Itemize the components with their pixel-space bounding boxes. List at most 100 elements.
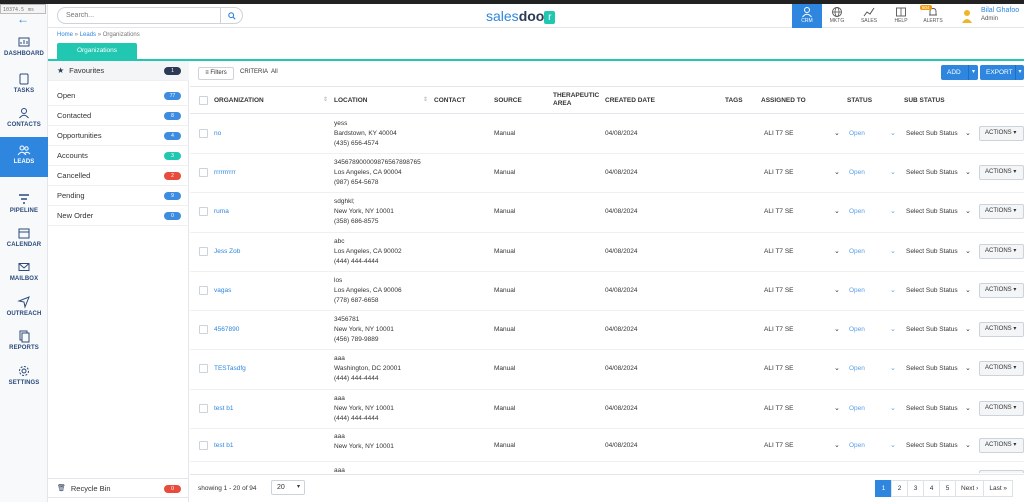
search-input[interactable] [58, 8, 213, 23]
actions-button[interactable]: ACTIONS ▾ [979, 126, 1024, 141]
nav-item-calendar[interactable]: CALENDAR [0, 225, 48, 257]
table-row[interactable]: ruma sdghkl; New York, NY 10001 (358) 686-8… [190, 193, 1024, 233]
chevron-down-icon[interactable]: ⌄ [834, 129, 840, 137]
chevron-down-icon[interactable]: ⌄ [965, 168, 971, 176]
table-row[interactable]: test b1 aaa New York, NY 10001 Manual 04/08/… [190, 429, 1024, 462]
assigned-to-select[interactable]: ALI T7 SE [764, 442, 794, 449]
sidebar-item-pending[interactable]: Pending 9 [48, 186, 189, 206]
chevron-down-icon[interactable]: ⌄ [965, 247, 971, 255]
assigned-to-select[interactable]: ALI T7 SE [764, 169, 794, 176]
row-checkbox[interactable] [199, 129, 208, 138]
chevron-down-icon[interactable]: ⌄ [890, 441, 896, 449]
chevron-down-icon[interactable]: ⌄ [834, 325, 840, 333]
breadcrumb-home[interactable]: Home [57, 32, 73, 38]
column-sub-status[interactable]: SUB STATUS [904, 97, 945, 104]
row-checkbox[interactable] [199, 325, 208, 334]
export-button[interactable]: EXPORT ▾ [980, 65, 1024, 80]
assigned-to-select[interactable]: ALI T7 SE [764, 365, 794, 372]
actions-button[interactable]: ACTIONS ▾ [979, 438, 1024, 453]
nav-item-settings[interactable]: SETTINGS [0, 363, 48, 395]
status-select[interactable]: Open [849, 287, 865, 294]
status-select[interactable]: Open [849, 405, 865, 412]
status-select[interactable]: Open [849, 442, 865, 449]
organization-link[interactable]: 4567890 [214, 326, 239, 333]
page-1-button[interactable]: 1 [875, 480, 892, 497]
sub-status-select[interactable]: Select Sub Status [906, 130, 958, 137]
sidebar-item-new-order[interactable]: New Order 0 [48, 206, 189, 226]
table-row[interactable]: vagas los Los Angeles, CA 90006 (778) 687-6… [190, 272, 1024, 311]
nav-item-reports[interactable]: REPORTS [0, 328, 48, 360]
nav-item-contacts[interactable]: CONTACTS [0, 105, 48, 137]
back-arrow-icon[interactable]: ← [17, 12, 29, 26]
chevron-down-icon[interactable]: ⌄ [834, 441, 840, 449]
status-select[interactable]: Open [849, 169, 865, 176]
sidebar-item-favourites[interactable]: ★ Favourites 1 [48, 61, 189, 81]
organization-link[interactable]: vagas [214, 287, 231, 294]
chevron-down-icon[interactable]: ⌄ [834, 286, 840, 294]
status-select[interactable]: Open [849, 130, 865, 137]
chevron-down-icon[interactable]: ⌄ [834, 247, 840, 255]
assigned-to-select[interactable]: ALI T7 SE [764, 326, 794, 333]
nav-item-dashboard[interactable]: DASHBOARD [0, 34, 48, 66]
organization-link[interactable]: no [214, 130, 221, 137]
status-select[interactable]: Open [849, 208, 865, 215]
chevron-down-icon[interactable]: ⌄ [965, 286, 971, 294]
actions-button[interactable]: ACTIONS ▾ [979, 204, 1024, 219]
menu-crm[interactable]: CRM [792, 4, 822, 28]
chevron-down-icon[interactable]: ⌄ [890, 364, 896, 372]
chevron-down-icon[interactable]: ⌄ [890, 207, 896, 215]
table-row[interactable]: rrrrrrrrrr 3456789000098765678987​65 Los A… [190, 154, 1024, 193]
column-organization[interactable]: ORGANIZATION [214, 97, 264, 104]
organization-link[interactable]: test b1 [214, 442, 234, 449]
sort-icon[interactable]: ⇕ [423, 96, 428, 103]
actions-button[interactable]: ACTIONS ▾ [979, 165, 1024, 180]
chevron-down-icon[interactable]: ⌄ [890, 404, 896, 412]
nav-item-pipeline[interactable]: PIPELINE [0, 191, 48, 223]
menu-alerts[interactable]: 604 ALERTS [918, 4, 948, 28]
chevron-down-icon[interactable]: ▾ [968, 65, 978, 80]
page-size-select[interactable]: 20 ▾ [271, 480, 305, 495]
chevron-down-icon[interactable]: ⌄ [890, 247, 896, 255]
column-contact[interactable]: CONTACT [434, 97, 465, 104]
sub-status-select[interactable]: Select Sub Status [906, 208, 958, 215]
chevron-down-icon[interactable]: ⌄ [890, 129, 896, 137]
search-button[interactable] [220, 7, 242, 24]
chevron-down-icon[interactable]: ⌄ [965, 129, 971, 137]
chevron-down-icon[interactable]: ⌄ [834, 168, 840, 176]
sidebar-item-open[interactable]: Open 77 [48, 86, 189, 106]
sub-status-select[interactable]: Select Sub Status [906, 365, 958, 372]
actions-button[interactable]: ACTIONS ▾ [979, 361, 1024, 376]
sidebar-item-cancelled[interactable]: Cancelled 2 [48, 166, 189, 186]
chevron-down-icon[interactable]: ⌄ [890, 325, 896, 333]
sub-status-select[interactable]: Select Sub Status [906, 248, 958, 255]
tab-organizations[interactable]: Organizations [57, 43, 137, 59]
assigned-to-select[interactable]: ALI T7 SE [764, 287, 794, 294]
row-checkbox[interactable] [199, 168, 208, 177]
chevron-down-icon[interactable]: ⌄ [834, 404, 840, 412]
table-row[interactable]: test b1aaaManual04/08/2024ALI T7 SE⌄Open… [190, 462, 1024, 473]
page-3-button[interactable]: 3 [907, 480, 924, 497]
organization-link[interactable]: TESTasdfg [214, 365, 246, 372]
nav-item-tasks[interactable]: TASKS [0, 71, 48, 103]
nav-item-leads[interactable]: LEADS [0, 137, 48, 177]
chevron-down-icon[interactable]: ⌄ [965, 404, 971, 412]
table-row[interactable]: TESTasdfg aaa Washington, DC 20001 (444) 44… [190, 350, 1024, 390]
nav-item-outreach[interactable]: OUTREACH [0, 294, 48, 326]
column-location[interactable]: LOCATION [334, 97, 367, 104]
organization-link[interactable]: ruma [214, 208, 229, 215]
menu-mktg[interactable]: MKTG [822, 4, 852, 28]
organization-link[interactable]: Jess Zob [214, 248, 240, 255]
breadcrumb-leads[interactable]: Leads [80, 32, 96, 38]
sidebar-item-recycle-bin[interactable]: 🗑 Recycle Bin 0 [48, 478, 189, 498]
column-created-date[interactable]: CREATED DATE [605, 97, 655, 104]
chevron-down-icon[interactable]: ⌄ [965, 207, 971, 215]
assigned-to-select[interactable]: ALI T7 SE [764, 405, 794, 412]
organization-link[interactable]: test b1 [214, 405, 234, 412]
assigned-to-select[interactable]: ALI T7 SE [764, 248, 794, 255]
sidebar-item-accounts[interactable]: Accounts 3 [48, 146, 189, 166]
add-button[interactable]: ADD ▾ [941, 65, 978, 80]
chevron-down-icon[interactable]: ⌄ [890, 286, 896, 294]
column-therapeutic-area[interactable]: THERAPEUTIC AREA [553, 92, 601, 108]
chevron-down-icon[interactable]: ⌄ [834, 364, 840, 372]
column-tags[interactable]: TAGS [725, 97, 743, 104]
